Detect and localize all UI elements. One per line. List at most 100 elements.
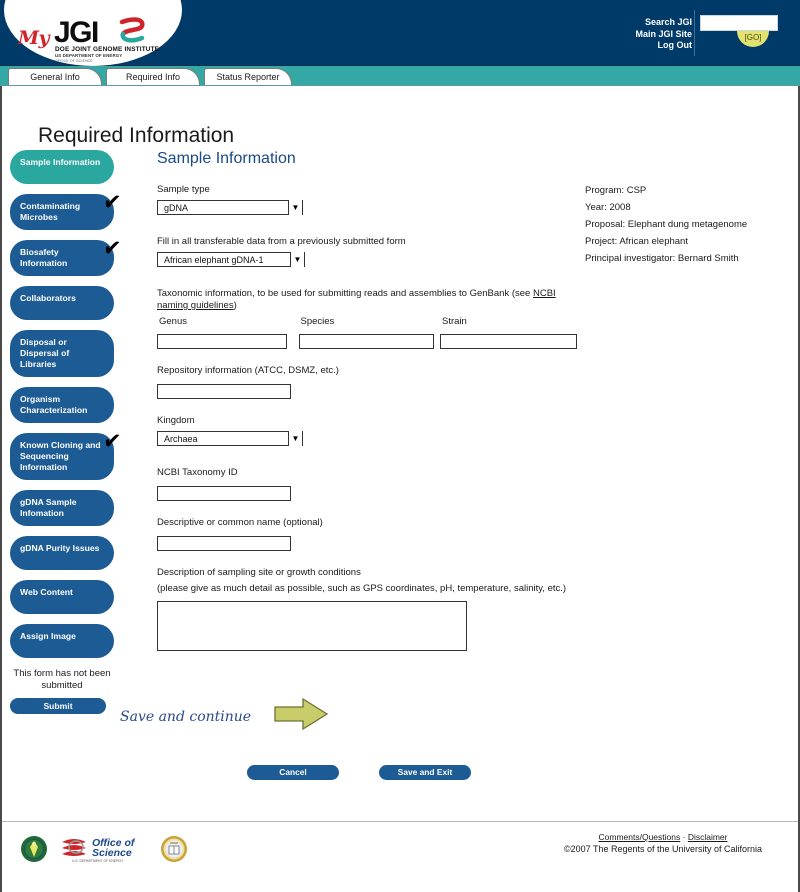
field-sample-type: Sample type gDNA ▼ bbox=[157, 184, 577, 220]
strain-input[interactable] bbox=[440, 333, 577, 349]
checkmark-icon: ✔ bbox=[101, 186, 123, 218]
field-repository-information: Repository information (ATCC, DSMZ, etc.… bbox=[157, 365, 577, 399]
doe-seal-icon bbox=[20, 835, 48, 868]
transferable-select[interactable]: African elephant gDNA-1 ▼ bbox=[157, 252, 305, 267]
svg-text:Science: Science bbox=[92, 847, 132, 859]
bottom-button-bar: Cancel Save and Exit bbox=[247, 765, 471, 780]
save-and-continue-action[interactable]: Save and continue bbox=[120, 697, 329, 736]
repository-label: Repository information (ATCC, DSMZ, etc.… bbox=[157, 365, 339, 376]
uc-seal-icon bbox=[160, 835, 188, 868]
sidebar-item-contaminating-microbes[interactable]: Contaminating Microbes ✔ bbox=[10, 187, 122, 230]
logo-subtitle-office: OFFICE OF SCIENCE bbox=[55, 59, 93, 63]
section-title: Sample Information bbox=[157, 150, 296, 167]
checkmark-icon: ✔ bbox=[101, 425, 123, 457]
sidebar-item-known-cloning-and-sequencing-information[interactable]: Known Cloning and Sequencing Information… bbox=[10, 426, 122, 480]
save-and-exit-button[interactable]: Save and Exit bbox=[379, 765, 471, 780]
transferable-label: Fill in all transferable data from a pre… bbox=[157, 236, 406, 247]
genus-label: Genus bbox=[159, 316, 187, 327]
sidebar-item-sample-information[interactable]: Sample Information bbox=[10, 150, 114, 184]
kingdom-select[interactable]: Archaea ▼ bbox=[157, 431, 303, 446]
repository-input[interactable] bbox=[157, 383, 291, 399]
species-input[interactable] bbox=[298, 333, 434, 349]
sidebar-item-label: Organism Characterization bbox=[20, 394, 88, 415]
tab-required-info[interactable]: Required Info bbox=[106, 68, 200, 85]
common-name-input[interactable] bbox=[157, 535, 291, 551]
go-button[interactable]: [GO] bbox=[737, 31, 769, 47]
myjgi-logo[interactable]: My JGI DOE JOINT GENOME INSTITUTE US DEP… bbox=[16, 8, 176, 64]
info-year: Year: 2008 bbox=[585, 202, 631, 213]
main-jgi-site-link[interactable]: Main JGI Site bbox=[552, 29, 692, 41]
tab-status-reporter[interactable]: Status Reporter bbox=[204, 68, 292, 85]
disclaimer-link[interactable]: Disclaimer bbox=[688, 832, 728, 842]
svg-text:U.S. DEPARTMENT OF ENERGY: U.S. DEPARTMENT OF ENERGY bbox=[72, 859, 124, 863]
sidebar-item-label: Contaminating Microbes bbox=[20, 201, 81, 222]
taxonomy-id-label: NCBI Taxonomy ID bbox=[157, 467, 238, 478]
description-label-line2: (please give as much detail as possible,… bbox=[157, 583, 567, 594]
strain-field-group: Strain bbox=[440, 316, 577, 349]
footer-link-separator: · bbox=[680, 832, 688, 842]
taxonomic-label: Taxonomic information, to be used for su… bbox=[157, 288, 577, 312]
taxonomy-id-input[interactable] bbox=[157, 485, 291, 501]
info-program: Program: CSP bbox=[585, 185, 647, 196]
sidebar-item-gdna-sample-information[interactable]: gDNA Sample Infomation bbox=[10, 490, 114, 526]
sidebar-item-biosafety-information[interactable]: Biosafety Information ✔ bbox=[10, 233, 122, 276]
species-label: Species bbox=[300, 316, 335, 327]
footer-links: Comments/Questions · Disclaimer bbox=[538, 831, 788, 843]
header-divider bbox=[694, 10, 695, 56]
sidebar-item-label: Collaborators bbox=[20, 293, 76, 303]
sidebar-item-label: Assign Image bbox=[20, 631, 76, 641]
logo-subtitle-institute: DOE JOINT GENOME INSTITUTE bbox=[55, 46, 160, 53]
taxonomic-fields-row: Genus Species Strain bbox=[157, 316, 577, 349]
tab-general-info[interactable]: General Info bbox=[8, 68, 102, 85]
sidebar-item-assign-image[interactable]: Assign Image bbox=[10, 624, 114, 658]
project-info-panel: Program: CSP Year: 2008 Proposal: Elepha… bbox=[585, 182, 790, 267]
chevron-down-icon[interactable]: ▼ bbox=[288, 200, 302, 215]
strain-label: Strain bbox=[442, 316, 467, 327]
sidebar-item-label: Disposal or Dispersal of Libraries bbox=[20, 337, 70, 369]
chevron-down-icon[interactable]: ▼ bbox=[290, 252, 304, 267]
sample-type-select[interactable]: gDNA ▼ bbox=[157, 200, 303, 215]
page-root: My JGI DOE JOINT GENOME INSTITUTE US DEP… bbox=[0, 0, 800, 892]
footer-text: Comments/Questions · Disclaimer ©2007 Th… bbox=[538, 831, 788, 855]
sidebar-item-label: Biosafety Information bbox=[20, 247, 68, 268]
submit-button[interactable]: Submit bbox=[10, 698, 106, 714]
checkmark-icon: ✔ bbox=[101, 232, 123, 264]
info-project: Project: African elephant bbox=[585, 236, 688, 247]
species-field-group: Species bbox=[298, 316, 441, 349]
content-frame: Required Information Sample Information … bbox=[0, 86, 800, 892]
sidebar-item-gdna-purity-issues[interactable]: gDNA Purity Issues bbox=[10, 536, 114, 570]
search-box[interactable] bbox=[700, 15, 778, 33]
description-textarea[interactable] bbox=[157, 601, 467, 651]
logo-my-text: My bbox=[18, 27, 50, 49]
log-out-link[interactable]: Log Out bbox=[552, 40, 693, 52]
taxonomic-label-pre: Taxonomic information, to be used for su… bbox=[157, 288, 533, 299]
genus-input[interactable] bbox=[157, 333, 287, 349]
office-of-science-logo: Office of Science U.S. DEPARTMENT OF ENE… bbox=[58, 834, 150, 869]
chevron-down-icon[interactable]: ▼ bbox=[288, 431, 302, 446]
sidebar-item-organism-characterization[interactable]: Organism Characterization bbox=[10, 387, 114, 423]
page-title: Required Information bbox=[38, 124, 235, 148]
sidebar-item-label: Known Cloning and Sequencing Information bbox=[20, 440, 101, 472]
footer-copyright: ©2007 The Regents of the University of C… bbox=[563, 844, 763, 854]
comments-questions-link[interactable]: Comments/Questions bbox=[599, 832, 681, 842]
footer-logos: Office of Science U.S. DEPARTMENT OF ENE… bbox=[20, 834, 188, 869]
header-links: Search JGI Main JGI Site Log Out bbox=[552, 17, 692, 52]
taxonomic-label-post: ) bbox=[233, 300, 237, 311]
field-transferable-data: Fill in all transferable data from a pre… bbox=[157, 236, 577, 272]
sidebar-item-collaborators[interactable]: Collaborators bbox=[10, 286, 114, 320]
field-taxonomic-information: Taxonomic information, to be used for su… bbox=[157, 288, 577, 349]
sidebar-item-disposal-or-dispersal-of-libraries[interactable]: Disposal or Dispersal of Libraries bbox=[10, 330, 114, 377]
cancel-button[interactable]: Cancel bbox=[247, 765, 339, 780]
kingdom-value: Archaea bbox=[164, 434, 198, 444]
field-description: Description of sampling site or growth c… bbox=[157, 567, 577, 656]
footer-divider bbox=[2, 821, 798, 822]
right-arrow-icon[interactable] bbox=[273, 697, 329, 736]
kingdom-label: Kingdom bbox=[157, 415, 195, 426]
sidebar-item-label: gDNA Purity Issues bbox=[20, 543, 100, 553]
main-form: Sample Information Sample type gDNA ▼ Fi… bbox=[157, 150, 577, 672]
info-proposal: Proposal: Elephant dung metagenome bbox=[585, 219, 748, 230]
search-jgi-link[interactable]: Search JGI bbox=[552, 17, 692, 29]
genus-field-group: Genus bbox=[157, 316, 299, 349]
sample-type-value: gDNA bbox=[164, 203, 189, 213]
sidebar-item-web-content[interactable]: Web Content bbox=[10, 580, 114, 614]
